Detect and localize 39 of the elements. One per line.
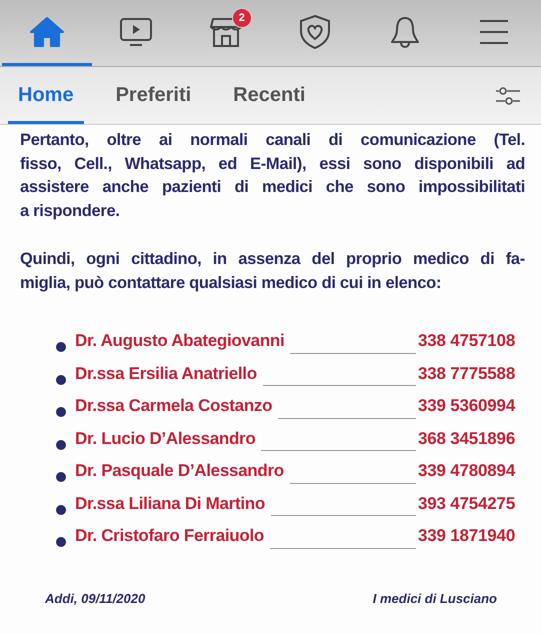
phone-number: 338 7775588 <box>418 364 516 384</box>
doctor-name: Dr. Augusto Abategiovanni <box>75 331 284 351</box>
home-icon <box>30 16 64 48</box>
text-line: miglia, può contattare qualsiasi medico di cui in elenco: <box>20 272 442 294</box>
shield-heart-icon <box>298 14 332 50</box>
phone-number: 393 4754275 <box>418 494 516 514</box>
bullet-icon <box>56 440 66 450</box>
text-line: fisso, Cell., Whatsapp, ed E-Mail), essi sono disponibili ad <box>20 154 525 174</box>
bullet-icon <box>56 407 66 418</box>
notification-badge: 2 <box>232 8 252 28</box>
menu-icon <box>479 18 510 44</box>
filter-icon[interactable] <box>495 86 521 106</box>
phone-number: 338 4757108 <box>418 331 516 351</box>
text-line: Quindi, ogni cittadino, in assenza del proprio medico di fa- <box>20 249 525 270</box>
feed-tab[interactable]: Recenti <box>223 70 316 124</box>
date-text: Addi, 09/11/2020 <box>45 590 146 606</box>
bullet-icon <box>56 374 66 385</box>
phone-number: 339 5360994 <box>418 396 516 416</box>
doctor-name: Dr.ssa Liliana Di Martino <box>75 494 265 514</box>
bullet-icon <box>56 537 66 548</box>
feed-tab[interactable]: Preferiti <box>106 70 202 124</box>
nav-tab[interactable]: 2 <box>181 0 270 66</box>
signature-text: I medici di Lusciano <box>372 590 497 606</box>
doctor-name: Dr.ssa Carmela Costanzo <box>75 396 272 416</box>
doctor-name: Dr. Cristofaro Ferraiuolo <box>75 526 264 546</box>
phone-number: 368 3451896 <box>418 428 516 448</box>
phone-number: 339 4780894 <box>418 461 516 481</box>
doctor-name: Dr.ssa Ersilia Anatriello <box>75 364 257 384</box>
text-line: assistere anche pazienti di medici che sono impossibilitati <box>20 177 525 198</box>
bullet-icon <box>56 342 66 352</box>
phone-number: 339 1871940 <box>418 526 516 546</box>
bullet-icon <box>56 504 66 515</box>
bullet-icon <box>56 472 66 482</box>
text-line: a rispondere. <box>20 200 121 222</box>
doctor-name: Dr. Lucio D’Alessandro <box>75 428 256 448</box>
text-line: Pertanto, oltre ai normali canali di comunicazione (Tel. <box>20 130 525 151</box>
doctor-name: Dr. Pasquale D’Alessandro <box>75 461 284 481</box>
bell-icon <box>388 14 421 48</box>
video-icon <box>119 16 154 48</box>
